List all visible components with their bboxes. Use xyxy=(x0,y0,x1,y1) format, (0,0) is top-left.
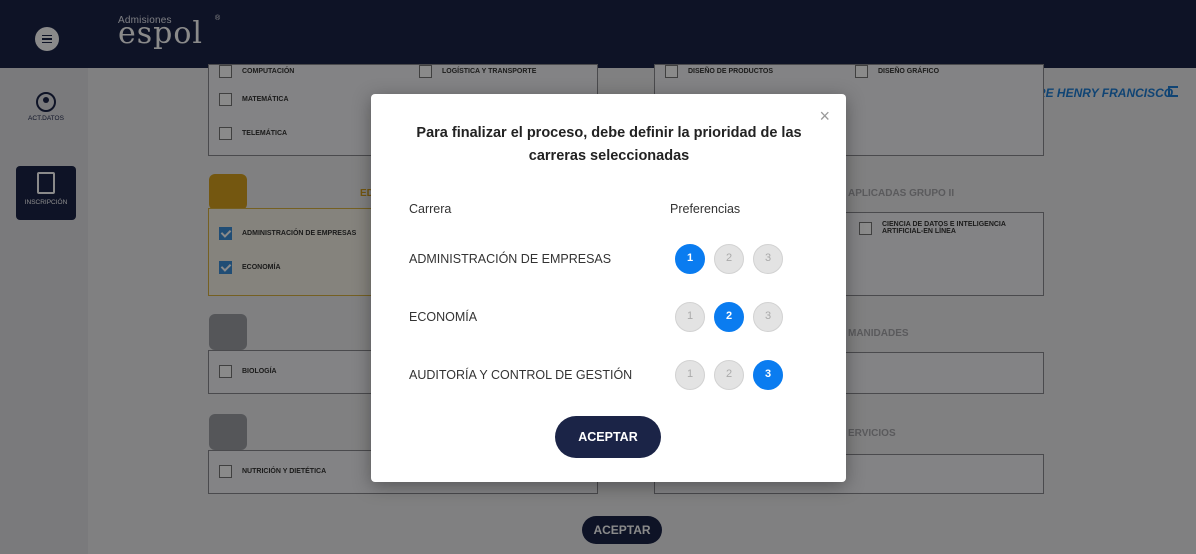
preference-3-button[interactable]: 3 xyxy=(753,302,783,332)
column-header-preferencias: Preferencias xyxy=(670,202,741,216)
preference-2-button[interactable]: 2 xyxy=(714,360,744,390)
priority-row: ADMINISTRACIÓN DE EMPRESAS 1 2 3 xyxy=(409,244,809,276)
priority-row: ECONOMÍA 1 2 3 xyxy=(409,302,809,334)
preference-1-button[interactable]: 1 xyxy=(675,302,705,332)
priority-row: AUDITORÍA Y CONTROL DE GESTIÓN 1 2 3 xyxy=(409,360,809,392)
priority-modal: × Para finalizar el proceso, debe defini… xyxy=(371,94,846,482)
preference-1-button[interactable]: 1 xyxy=(675,360,705,390)
career-name: ADMINISTRACIÓN DE EMPRESAS xyxy=(409,252,612,266)
preference-2-button[interactable]: 2 xyxy=(714,302,744,332)
accept-button[interactable]: ACEPTAR xyxy=(555,416,661,458)
column-header-carrera: Carrera xyxy=(409,202,452,216)
close-icon[interactable]: × xyxy=(819,106,830,127)
preference-2-button[interactable]: 2 xyxy=(714,244,744,274)
modal-title: Para finalizar el proceso, debe definir … xyxy=(416,125,802,164)
career-name: AUDITORÍA Y CONTROL DE GESTIÓN xyxy=(409,368,633,382)
career-name: ECONOMÍA xyxy=(409,310,478,324)
preference-3-button[interactable]: 3 xyxy=(753,360,783,390)
preference-3-button[interactable]: 3 xyxy=(753,244,783,274)
preference-1-button[interactable]: 1 xyxy=(675,244,705,274)
